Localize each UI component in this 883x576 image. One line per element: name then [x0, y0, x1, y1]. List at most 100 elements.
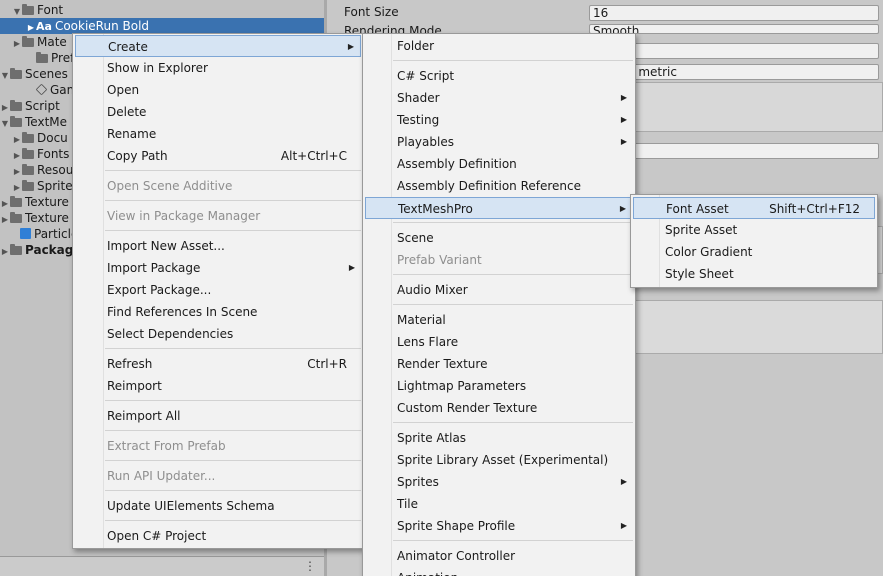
menu-separator [393, 540, 633, 541]
folder-icon [22, 164, 34, 175]
tree-item-cookierun-bold[interactable]: ▶ Aa CookieRun Bold [0, 18, 324, 34]
menu-item-open-c-project[interactable]: Open C# Project [75, 525, 361, 547]
menu-item-label: Import Package [107, 261, 201, 275]
tree-item-texture[interactable]: ▶ Texture [0, 194, 69, 210]
menu-item-style-sheet[interactable]: Style Sheet [633, 263, 875, 285]
folder-icon [10, 100, 22, 111]
menu-item-folder[interactable]: Folder [365, 35, 633, 57]
menu-item-reimport[interactable]: Reimport [75, 375, 361, 397]
menu-item-playables[interactable]: Playables ▶ [365, 131, 633, 153]
menu-item-label: Sprite Library Asset (Experimental) [397, 453, 609, 467]
menu-item-tile[interactable]: Tile [365, 493, 633, 515]
menu-item-update-uielements-schema[interactable]: Update UIElements Schema [75, 495, 361, 517]
tree-item-scenes[interactable]: ▼ Scenes [0, 66, 68, 82]
tree-item-label: Script [25, 99, 60, 113]
tree-item-texture[interactable]: ▶ Texture [0, 210, 69, 226]
menu-item-delete[interactable]: Delete [75, 101, 361, 123]
tree-item-sprite[interactable]: ▶ Sprite [0, 178, 73, 194]
tree-item-label: CookieRun Bold [54, 19, 150, 33]
menu-item-assembly-definition-reference[interactable]: Assembly Definition Reference [365, 175, 633, 197]
menu-item-animation[interactable]: Animation [365, 567, 633, 576]
menu-separator [393, 60, 633, 61]
menu-item-sprite-atlas[interactable]: Sprite Atlas [365, 427, 633, 449]
menu-item-label: Material [397, 313, 446, 327]
menu-separator [105, 400, 361, 401]
menu-item-create[interactable]: Create ▶ [75, 35, 361, 57]
menu-item-sprite-shape-profile[interactable]: Sprite Shape Profile ▶ [365, 515, 633, 537]
menu-item-label: Assembly Definition Reference [397, 179, 582, 193]
menu-item-reimport-all[interactable]: Reimport All [75, 405, 361, 427]
folder-icon [22, 36, 34, 47]
menu-separator [393, 274, 633, 275]
more-options-icon[interactable]: ⋮ [304, 559, 316, 573]
menu-item-textmeshpro[interactable]: TextMeshPro ▶ [365, 197, 633, 219]
menu-item-select-dependencies[interactable]: Select Dependencies [75, 323, 361, 345]
tree-item-label: Texture [25, 211, 69, 225]
menu-item-scene[interactable]: Scene [365, 227, 633, 249]
tree-item-fonts[interactable]: ▶ Fonts [0, 146, 69, 162]
tree-item-particle[interactable]: Particle [0, 226, 78, 242]
create-submenu: Folder C# Script Shader ▶ Testing ▶ Playables ▶… [362, 33, 636, 576]
tree-item-font[interactable]: ▼ Font [0, 2, 63, 18]
menu-item-c-script[interactable]: C# Script [365, 65, 633, 87]
menu-item-copy-path[interactable]: Copy Path Alt+Ctrl+C [75, 145, 361, 167]
menu-item-label: Playables [397, 135, 454, 149]
menu-item-testing[interactable]: Testing ▶ [365, 109, 633, 131]
font-icon: Aa [36, 20, 52, 33]
menu-separator [105, 430, 361, 431]
menu-item-audio-mixer[interactable]: Audio Mixer [365, 279, 633, 301]
menu-item-label: Open [107, 83, 140, 97]
menu-item-label: Run API Updater... [107, 469, 216, 483]
menu-item-material[interactable]: Material [365, 309, 633, 331]
menu-item-label: Open Scene Additive [107, 179, 233, 193]
menu-item-show-in-explorer[interactable]: Show in Explorer [75, 57, 361, 79]
menu-item-custom-render-texture[interactable]: Custom Render Texture [365, 397, 633, 419]
menu-item-find-references-in-scene[interactable]: Find References In Scene [75, 301, 361, 323]
font-size-field[interactable]: 16 [589, 5, 879, 21]
menu-item-import-new-asset[interactable]: Import New Asset... [75, 235, 361, 257]
menu-item-label: Assembly Definition [397, 157, 517, 171]
tree-item-label: Scenes [25, 67, 68, 81]
menu-item-open[interactable]: Open [75, 79, 361, 101]
folder-icon [22, 148, 34, 159]
tree-item-script[interactable]: ▶ Script [0, 98, 60, 114]
menu-item-sprite-asset[interactable]: Sprite Asset [633, 219, 875, 241]
menu-item-label: Scene [397, 231, 434, 245]
menu-item-import-package[interactable]: Import Package ▶ [75, 257, 361, 279]
tree-item-mate[interactable]: ▶ Mate [0, 34, 67, 50]
menu-item-lens-flare[interactable]: Lens Flare [365, 331, 633, 353]
menu-separator [105, 170, 361, 171]
tree-item-resou[interactable]: ▶ Resou [0, 162, 73, 178]
menu-item-rename[interactable]: Rename [75, 123, 361, 145]
menu-item-animator-controller[interactable]: Animator Controller [365, 545, 633, 567]
folder-icon [10, 68, 22, 79]
tree-item-textme[interactable]: ▼ TextMe [0, 114, 67, 130]
menu-item-label: Import New Asset... [107, 239, 225, 253]
menu-item-label: C# Script [397, 69, 455, 83]
menu-item-sprite-library-asset-experimental[interactable]: Sprite Library Asset (Experimental) [365, 449, 633, 471]
menu-item-label: View in Package Manager [107, 209, 261, 223]
tree-item-docu[interactable]: ▶ Docu [0, 130, 68, 146]
menu-separator [105, 520, 361, 521]
menu-item-label: Render Texture [397, 357, 488, 371]
submenu-arrow-icon: ▶ [620, 477, 627, 486]
tree-item-label: Resou [37, 163, 74, 177]
menu-item-lightmap-parameters[interactable]: Lightmap Parameters [365, 375, 633, 397]
menu-item-label: Font Asset [666, 202, 729, 216]
tree-item-prefa[interactable]: Prefa [0, 50, 82, 66]
menu-item-shader[interactable]: Shader ▶ [365, 87, 633, 109]
menu-item-color-gradient[interactable]: Color Gradient [633, 241, 875, 263]
menu-item-refresh[interactable]: Refresh Ctrl+R [75, 353, 361, 375]
menu-item-label: Update UIElements Schema [107, 499, 275, 513]
menu-item-label: Sprites [397, 475, 439, 489]
menu-item-assembly-definition[interactable]: Assembly Definition [365, 153, 633, 175]
menu-item-render-texture[interactable]: Render Texture [365, 353, 633, 375]
menu-item-label: Tile [397, 497, 419, 511]
folder-icon [22, 132, 34, 143]
collapsed-arrow-icon[interactable]: ▶ [0, 244, 10, 260]
menu-item-label: Sprite Asset [665, 223, 738, 237]
menu-item-font-asset[interactable]: Font Asset Shift+Ctrl+F12 [633, 197, 875, 219]
menu-item-export-package[interactable]: Export Package... [75, 279, 361, 301]
menu-item-label: Rename [107, 127, 157, 141]
menu-item-sprites[interactable]: Sprites ▶ [365, 471, 633, 493]
